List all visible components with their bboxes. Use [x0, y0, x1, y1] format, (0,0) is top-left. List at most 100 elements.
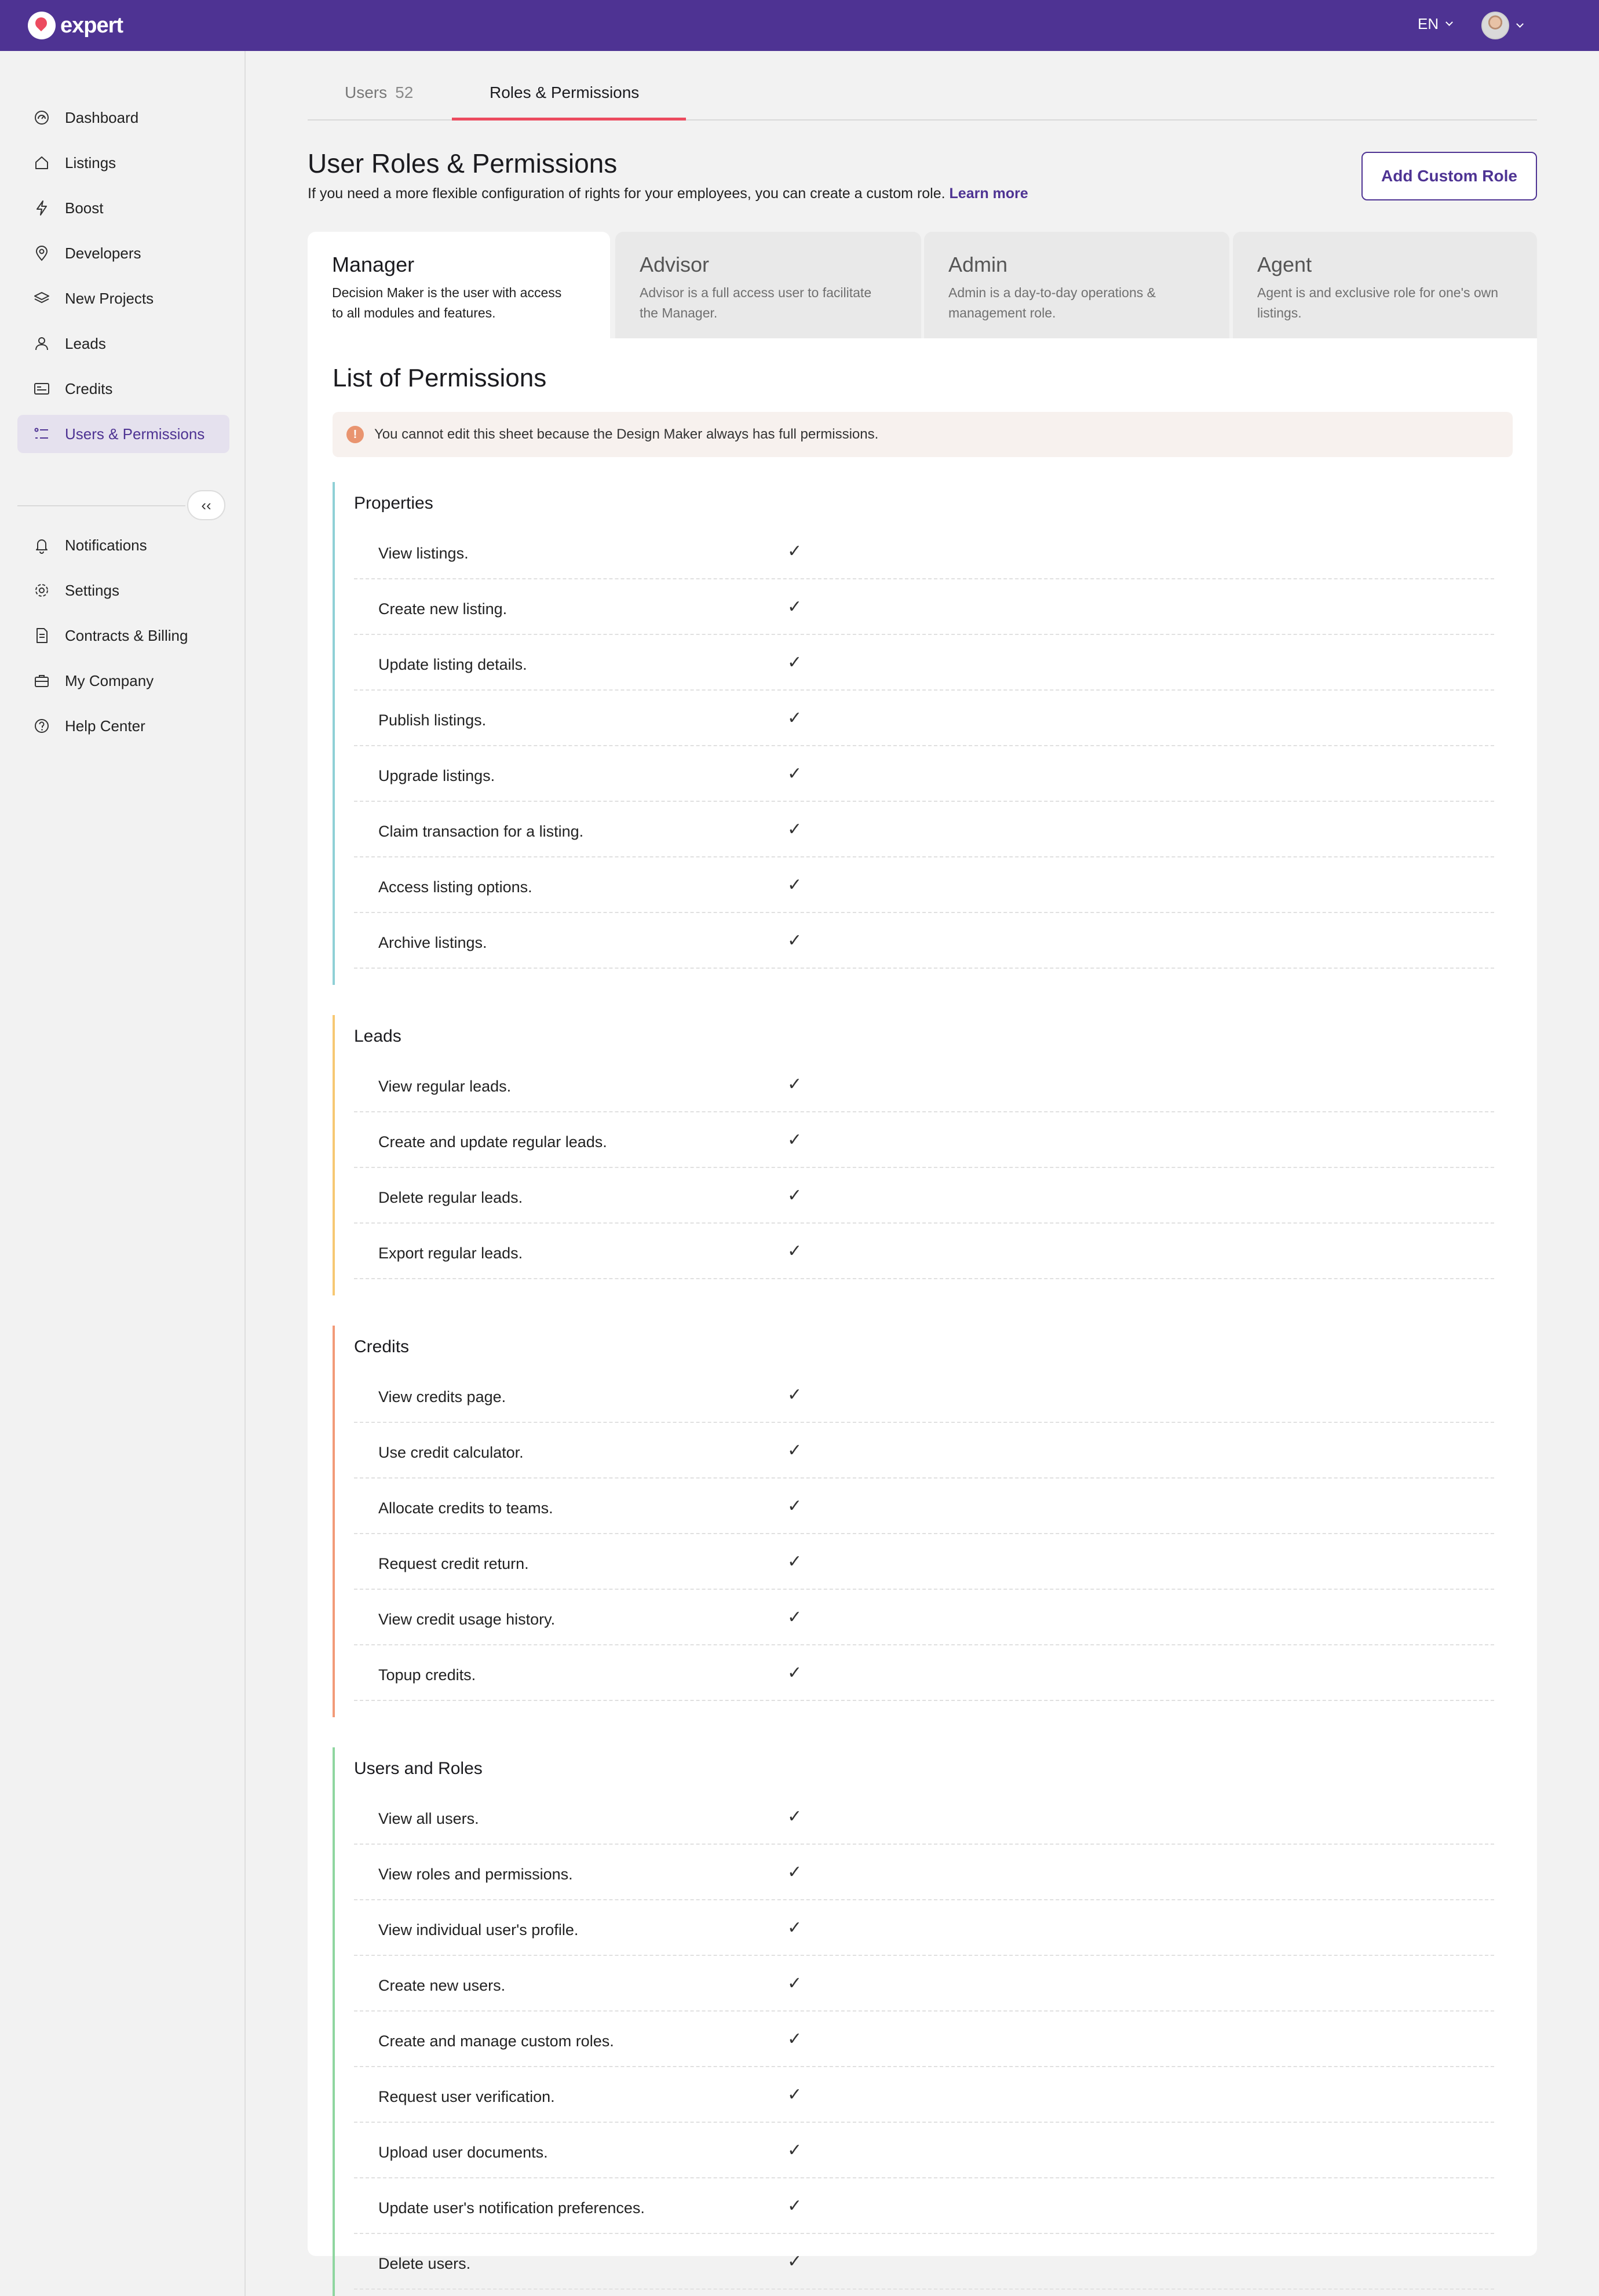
permission-label: Create and manage custom roles.: [378, 2032, 614, 2050]
checkmark-icon: ✓: [787, 1608, 802, 1627]
sidebar-item-new-projects[interactable]: New Projects: [17, 279, 229, 317]
help-icon: [32, 717, 51, 735]
sidebar-item-credits[interactable]: Credits: [17, 370, 229, 408]
language-label: EN: [1418, 15, 1439, 32]
checkmark-icon: ✓: [787, 597, 802, 616]
layers-icon: [32, 289, 51, 308]
permission-row: Upgrade listings. ✓: [354, 746, 1494, 802]
permission-section: Leads View regular leads. ✓ Create and upda…: [333, 1015, 1494, 1295]
sidebar-item-my-company[interactable]: My Company: [17, 662, 229, 700]
active-tab-indicator: [452, 118, 686, 121]
user-icon: [32, 334, 51, 353]
section-title: Leads: [354, 1027, 401, 1046]
checkmark-icon: ✓: [787, 1918, 802, 1937]
permission-label: View all users.: [378, 1810, 479, 1827]
permission-row: Topup credits. ✓: [354, 1645, 1494, 1701]
add-custom-role-button[interactable]: Add Custom Role: [1361, 152, 1537, 200]
sidebar-item-label: Help Center: [65, 717, 145, 735]
sidebar-item-dashboard[interactable]: Dashboard: [17, 98, 229, 137]
sidebar-item-notifications[interactable]: Notifications: [17, 526, 229, 564]
sidebar-item-contracts-billing[interactable]: Contracts & Billing: [17, 616, 229, 655]
role-card-manager[interactable]: Manager Decision Maker is the user with …: [308, 232, 610, 338]
chevron-down-icon: [1445, 19, 1453, 26]
checkmark-icon: ✓: [787, 542, 802, 561]
permission-row: View individual user's profile. ✓: [354, 1900, 1494, 1956]
sidebar-item-listings[interactable]: Listings: [17, 144, 229, 182]
language-selector[interactable]: EN: [1418, 15, 1453, 33]
role-card-admin[interactable]: Admin Admin is a day-to-day operations &…: [924, 232, 1229, 338]
checkmark-icon: ✓: [787, 1807, 802, 1826]
permission-row: Access listing options. ✓: [354, 857, 1494, 913]
permission-row: Create new listing. ✓: [354, 579, 1494, 635]
main-tabs: Users 52 Roles & Permissions: [308, 68, 1537, 121]
checkmark-icon: ✓: [787, 2252, 802, 2271]
permission-label: View credits page.: [378, 1388, 506, 1406]
checkmark-icon: ✓: [787, 875, 802, 895]
permission-row: Request user verification. ✓: [354, 2067, 1494, 2123]
learn-more-link[interactable]: Learn more: [950, 185, 1028, 202]
collapse-sidebar-button[interactable]: ‹‹: [187, 490, 225, 520]
lightning-icon: [32, 199, 51, 217]
permission-row: Create and manage custom roles. ✓: [354, 2012, 1494, 2067]
location-pin-icon: [32, 244, 51, 262]
user-menu[interactable]: [1481, 12, 1524, 39]
checkmark-icon: ✓: [787, 1186, 802, 1205]
permission-label: Update user's notification preferences.: [378, 2199, 645, 2217]
section-title: Properties: [354, 494, 433, 513]
permission-label: View credit usage history.: [378, 1611, 556, 1628]
checkmark-icon: ✓: [787, 1441, 802, 1460]
sidebar-item-boost[interactable]: Boost: [17, 189, 229, 227]
checkmark-icon: ✓: [787, 1075, 802, 1094]
permission-label: Delete users.: [378, 2255, 471, 2272]
permission-label: Request credit return.: [378, 1555, 529, 1572]
users-count-badge: 52: [395, 83, 414, 101]
sidebar-item-label: New Projects: [65, 289, 154, 307]
dashboard-icon: [32, 108, 51, 127]
permission-row: Upload user documents. ✓: [354, 2123, 1494, 2178]
logo[interactable]: expert: [28, 12, 123, 39]
permission-section: Users and Roles View all users. ✓ View role…: [333, 1747, 1494, 2296]
permission-row: View all users. ✓: [354, 1789, 1494, 1845]
home-icon: [32, 154, 51, 172]
sidebar: Dashboard Listings Boost Developers New …: [0, 51, 246, 2296]
sidebar-item-label: Credits: [65, 379, 113, 397]
tab-users[interactable]: Users 52: [345, 83, 413, 102]
checkmark-icon: ✓: [787, 709, 802, 728]
role-card-agent[interactable]: Agent Agent is and exclusive role for on…: [1233, 232, 1537, 338]
sidebar-item-label: Boost: [65, 199, 104, 217]
checkmark-icon: ✓: [787, 653, 802, 672]
permission-label: Access listing options.: [378, 878, 532, 896]
gear-icon: [32, 581, 51, 600]
permission-label: Use credit calculator.: [378, 1444, 524, 1461]
sidebar-item-help-center[interactable]: Help Center: [17, 707, 229, 745]
sidebar-item-settings[interactable]: Settings: [17, 571, 229, 609]
permission-row: Export regular leads. ✓: [354, 1224, 1494, 1279]
page-title: User Roles & Permissions: [308, 148, 618, 178]
permission-row: Publish listings. ✓: [354, 691, 1494, 746]
permission-row: View roles and permissions. ✓: [354, 1845, 1494, 1900]
info-icon: !: [346, 426, 364, 443]
permission-label: Delete regular leads.: [378, 1189, 523, 1206]
permission-label: Allocate credits to teams.: [378, 1499, 553, 1517]
permission-row: Allocate credits to teams. ✓: [354, 1479, 1494, 1534]
sidebar-item-leads[interactable]: Leads: [17, 324, 229, 363]
tab-roles-permissions[interactable]: Roles & Permissions: [490, 83, 639, 102]
permission-row: Create and update regular leads. ✓: [354, 1112, 1494, 1168]
permission-section: Properties View listings. ✓ Create new list…: [333, 482, 1494, 985]
subtitle-text: If you need a more flexible configuratio…: [308, 185, 945, 202]
role-description: Decision Maker is the user with access t…: [332, 285, 562, 320]
permission-row: Delete regular leads. ✓: [354, 1168, 1494, 1224]
checkmark-icon: ✓: [787, 1385, 802, 1404]
permission-label: Request user verification.: [378, 2088, 555, 2105]
role-name: Agent: [1257, 253, 1312, 276]
role-card-advisor[interactable]: Advisor Advisor is a full access user to…: [615, 232, 921, 338]
permission-row: Use credit calculator. ✓: [354, 1423, 1494, 1479]
permission-row: View regular leads. ✓: [354, 1057, 1494, 1112]
document-icon: [32, 626, 51, 645]
sidebar-item-users-permissions[interactable]: Users & Permissions: [17, 415, 229, 453]
checkmark-icon: ✓: [787, 2141, 802, 2160]
tab-label: Users: [345, 83, 388, 101]
permission-label: Upload user documents.: [378, 2144, 548, 2161]
sidebar-item-developers[interactable]: Developers: [17, 234, 229, 272]
permission-row: Archive listings. ✓: [354, 913, 1494, 969]
